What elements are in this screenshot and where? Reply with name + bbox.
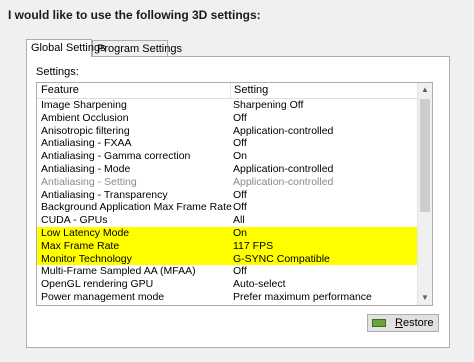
feature-name: Image Sharpening [41,99,127,111]
restore-button[interactable]: Restore [367,314,439,332]
setting-value[interactable]: 117 FPS [233,240,273,253]
feature-name: Ambient Occlusion [41,111,129,124]
setting-row[interactable]: Background Application Max Frame Rate Off [37,201,419,214]
setting-row[interactable]: OpenGL rendering GPU Auto-select [37,278,419,291]
setting-row[interactable]: CUDA - GPUs All [37,214,419,227]
scroll-thumb[interactable] [420,99,430,212]
setting-value[interactable]: Auto-select [233,278,286,291]
feature-column-header[interactable]: Feature [41,83,79,98]
setting-row[interactable]: Low Latency Mode On [37,226,419,240]
feature-name: OpenGL rendering GPU [41,278,154,291]
setting-row[interactable]: Antialiasing - Transparency Off [37,189,419,202]
feature-name: Antialiasing - Mode [41,162,131,175]
feature-name: Power management mode [41,290,165,303]
setting-row[interactable]: Antialiasing - Setting Application-contro… [37,176,419,189]
feature-name: Antialiasing - Setting [41,175,137,188]
feature-name: Multi-Frame Sampled AA (MFAA) [41,265,196,278]
setting-value[interactable]: All [233,214,245,227]
setting-row[interactable]: Multi-Frame Sampled AA (MFAA) Off [37,265,419,278]
tab-global-settings[interactable]: Global Settings [26,39,106,57]
nvidia-logo-icon [372,319,386,327]
setting-value[interactable]: Sharpening Off [233,99,303,112]
setting-value[interactable]: Off [233,137,247,150]
setting-row[interactable]: Antialiasing - Mode Application-controlle… [37,163,419,176]
feature-name: Antialiasing - FXAA [41,137,132,150]
setting-value[interactable]: On [233,227,247,240]
feature-name: Monitor Technology [41,252,132,265]
setting-row[interactable]: Ambient Occlusion Off [37,112,419,125]
feature-name: Antialiasing - Transparency [41,188,168,201]
settings-label: Settings: [36,66,79,78]
setting-row[interactable]: Power management mode Prefer maximum perf… [37,291,419,304]
feature-name: Background Application Max Frame Rate [41,201,232,214]
setting-row[interactable]: Antialiasing - FXAA Off [37,137,419,150]
feature-name: CUDA - GPUs [41,214,108,227]
setting-row[interactable]: Image Sharpening Sharpening Off [37,99,419,112]
restore-button-label: Restore [395,317,434,329]
setting-row[interactable]: Max Frame Rate 117 FPS [37,239,419,253]
settings-list[interactable]: Feature Setting Image Sharpening Sharpeni… [36,82,433,306]
setting-value[interactable]: G-SYNC Compatible [233,253,330,266]
feature-name: Anisotropic filtering [41,124,130,137]
feature-name: Low Latency Mode [41,226,130,239]
setting-value[interactable]: Off [233,189,247,202]
scroll-up-icon[interactable]: ▲ [418,83,432,97]
feature-name: Max Frame Rate [41,239,120,252]
setting-value[interactable]: Prefer maximum performance [233,291,372,304]
setting-value[interactable]: Application-controlled [233,125,333,138]
setting-value[interactable]: Off [233,201,247,214]
setting-value[interactable]: Application-controlled [233,176,333,189]
feature-name: Antialiasing - Gamma correction [41,150,191,163]
setting-value[interactable]: Off [233,112,247,125]
scroll-down-icon[interactable]: ▼ [418,291,432,305]
setting-row[interactable]: Antialiasing - Gamma correction On [37,150,419,163]
setting-value[interactable]: On [233,150,247,163]
setting-row[interactable]: Anisotropic filtering Application-control… [37,125,419,138]
page-heading: I would like to use the following 3D set… [8,8,261,22]
settings-panel: Settings: Feature Setting Image Sharpeni… [26,56,450,348]
list-header: Feature Setting [37,83,419,99]
vertical-scrollbar[interactable]: ▲ ▼ [417,83,432,305]
settings-rows: Image Sharpening Sharpening Off Ambient Oc… [37,99,419,304]
setting-value[interactable]: Application-controlled [233,163,333,176]
setting-value[interactable]: Off [233,265,247,278]
setting-column-header[interactable]: Setting [230,83,268,98]
setting-row[interactable]: Monitor Technology G-SYNC Compatible [37,252,419,266]
